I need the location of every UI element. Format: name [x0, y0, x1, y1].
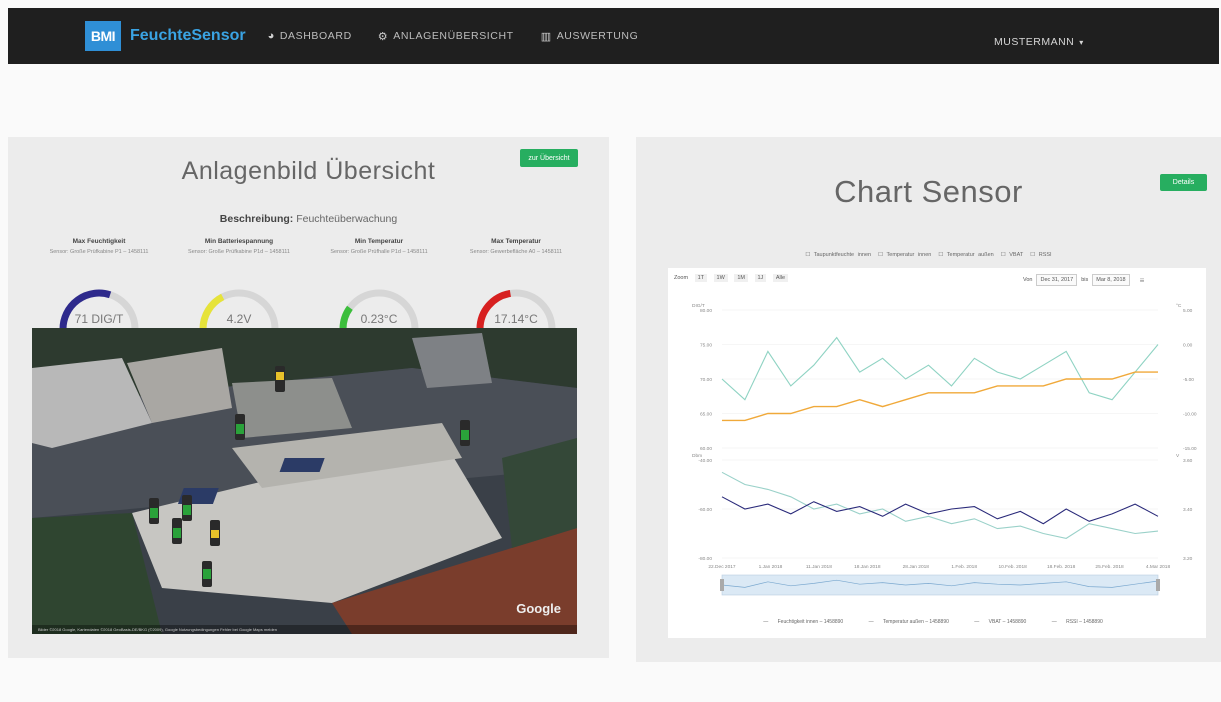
anlagenbild-panel: zur Übersicht Anlagenbild Übersicht Besc… [8, 137, 609, 658]
chart-sensor-title: Chart Sensor [834, 174, 1023, 209]
nav-auswertung[interactable]: ▥ AUSWERTUNG [541, 30, 639, 43]
user-menu[interactable]: MUSTERMANN ▾ [994, 36, 1084, 48]
facility-aerial-photo[interactable]: Google Bilder ©2018 Google, Kartendaten … [32, 328, 577, 634]
x-tick: 4.Mar 2018 [1146, 564, 1171, 570]
legend-label: Feuchtigkeit innen – 1458890 [777, 619, 844, 625]
y-tick-right: 3.60 [1183, 458, 1193, 464]
series-toggle-label: Taupunktfeuchte innen [813, 252, 872, 258]
y-tick-right: -15.00 [1183, 446, 1197, 452]
y-tick-left: -40.00 [698, 458, 712, 464]
series-toggle[interactable]: ☐ Taupunktfeuchte innen [805, 252, 871, 258]
nav-dashboard[interactable]: ◕ DASHBOARD [268, 30, 352, 42]
google-credit: Google [516, 601, 561, 616]
gauge-title: Min Batteriespannung [204, 238, 274, 245]
gear-icon: ⚙ [377, 30, 389, 43]
series-toggle-label: Temperatur außen [946, 252, 994, 258]
x-tick: 22.Dec 2017 [708, 564, 736, 570]
y-tick-left: 70.00 [700, 377, 712, 383]
gauge-sub: Sensor: Gewerbefläche A0 – 1458111 [469, 249, 563, 255]
y-tick-right: 0.00 [1183, 343, 1193, 349]
y-tick-left: -80.00 [698, 556, 712, 562]
gauge-value: 71 DIG/T [74, 312, 124, 326]
y-tick-right: -10.00 [1183, 412, 1197, 418]
gauge-min-temp: Min Temperatur Sensor: Große Prüfhalle P… [319, 238, 439, 330]
y-tick-left: 75.00 [700, 343, 712, 349]
x-tick: 10.Feb. 2018 [999, 564, 1028, 570]
y-tick-left: 65.00 [700, 412, 712, 418]
y-tick-left: 80.00 [700, 308, 712, 314]
x-tick: 25.Feb. 2018 [1095, 564, 1124, 570]
description-value: Feuchteüberwachung [296, 213, 398, 225]
y-tick-right: 3.40 [1183, 507, 1193, 513]
chart-plot: DIG/T °C80.0075.0070.0065.0060.005.000.00… [692, 303, 1197, 596]
legend-label: RSSI – 1458890 [1066, 619, 1103, 625]
series-toggle-label: RSSI [1038, 252, 1052, 258]
nav-anlagenuebersicht-label: ANLAGENÜBERSICHT [393, 30, 514, 42]
chevron-down-icon: ▾ [1079, 38, 1084, 47]
series-toggle-label: VBAT [1009, 252, 1024, 258]
x-tick: 1.Feb. 2018 [951, 564, 977, 570]
series-toggle-label: Temperatur innen [886, 252, 932, 258]
series-toggle-row: ☐ Taupunktfeuchte innen ☐ Temperatur inn… [636, 252, 1221, 258]
nav-anlagenuebersicht[interactable]: ⚙ ANLAGENÜBERSICHT [378, 30, 514, 43]
series-line [722, 371, 1158, 422]
gauge-title: Min Temperatur [354, 238, 404, 245]
series-line [721, 471, 1159, 539]
x-tick: 18.Feb. 2018 [1047, 564, 1076, 570]
gauge-value: 17.14°C [494, 312, 538, 326]
y-tick-right: 3.20 [1183, 556, 1193, 562]
gauge-title: Max Feuchtigkeit [72, 238, 126, 245]
legend-label: VBAT – 1458890 [988, 619, 1027, 625]
description-label: Beschreibung: [219, 213, 294, 225]
gauge-max-humidity: Max Feuchtigkeit Sensor: Große Prüfkabin… [39, 238, 159, 330]
photo-footer: Bilder ©2018 Google, Kartendaten ©2018 G… [32, 625, 577, 634]
series-toggle[interactable]: ☐ Temperatur innen [878, 252, 931, 258]
legend-item[interactable]: — VBAT – 1458890 [974, 619, 1034, 625]
legend-item[interactable]: — Feuchtigkeit innen – 1458890 [763, 619, 851, 625]
top-navbar: BMI FeuchteSensor ◕ DASHBOARD ⚙ ANLAGENÜ… [8, 8, 1219, 64]
x-tick: 1.Jan 2018 [759, 564, 783, 570]
nav-auswertung-label: AUSWERTUNG [556, 30, 639, 42]
series-toggle[interactable]: ☐ Temperatur außen [938, 252, 993, 258]
gauge-sub: Sensor: Große Prüfkabine P1 – 1458111 [49, 249, 149, 255]
series-toggle[interactable]: ☐ VBAT [1001, 252, 1023, 258]
navigator-handle-right [1156, 579, 1160, 591]
legend-item[interactable]: — RSSI – 1458890 [1052, 619, 1111, 625]
gauge-min-battery: Min Batteriespannung Sensor: Große Prüfk… [179, 238, 299, 330]
x-tick: 28.Jan 2018 [903, 564, 930, 570]
gauge-sub: Sensor: Große Prüfkabine P1d – 1458111 [188, 249, 290, 255]
axis-unit-right: V [1176, 453, 1180, 459]
axis-unit-right: °C [1176, 303, 1182, 309]
description: Beschreibung: Feuchteüberwachung [8, 213, 609, 225]
gauge-max-temp: Max Temperatur Sensor: Gewerbefläche A0 … [456, 238, 576, 330]
dashboard-icon: ◕ [267, 30, 275, 42]
gauge-sub: Sensor: Große Prüfhalle P1d – 1458111 [330, 249, 428, 255]
gauge-value: 4.2V [226, 312, 252, 326]
navigator-handle-left [720, 579, 724, 591]
chart-icon: ▥ [540, 30, 552, 43]
x-tick: 18.Jan 2018 [854, 564, 881, 570]
y-tick-left: -60.00 [698, 507, 712, 513]
brand[interactable]: BMI FeuchteSensor [85, 21, 246, 51]
series-toggle[interactable]: ☐ RSSI [1030, 252, 1051, 258]
brand-name[interactable]: FeuchteSensor [130, 27, 246, 45]
sensor-chart: Zoom 1T 1W 1M 1J Alle Von Dec 31, 2017 b… [668, 268, 1206, 638]
gauge-value: 0.23°C [360, 312, 398, 326]
y-tick-right: 5.00 [1183, 308, 1193, 314]
nav-dashboard-label: DASHBOARD [279, 30, 352, 42]
y-tick-right: -5.00 [1183, 377, 1194, 383]
chart-sensor-panel: Details Chart Sensor ☐ Taupunktfeuchte i… [636, 137, 1221, 662]
anlagenbild-title: Anlagenbild Übersicht [181, 157, 436, 185]
brand-logo[interactable]: BMI [85, 21, 121, 51]
legend-label: Temperatur außen – 1458890 [883, 619, 949, 625]
y-tick-left: 60.00 [700, 446, 712, 452]
aerial-image [32, 328, 577, 634]
x-tick: 11.Jan 2018 [806, 564, 832, 570]
series-line [721, 336, 1159, 401]
user-name: MUSTERMANN [994, 36, 1075, 48]
gauge-title: Max Temperatur [491, 238, 541, 245]
chart-legend: — Feuchtigkeit innen – 1458890 — Tempera… [668, 619, 1206, 625]
legend-item[interactable]: — Temperatur außen – 1458890 [869, 619, 957, 625]
